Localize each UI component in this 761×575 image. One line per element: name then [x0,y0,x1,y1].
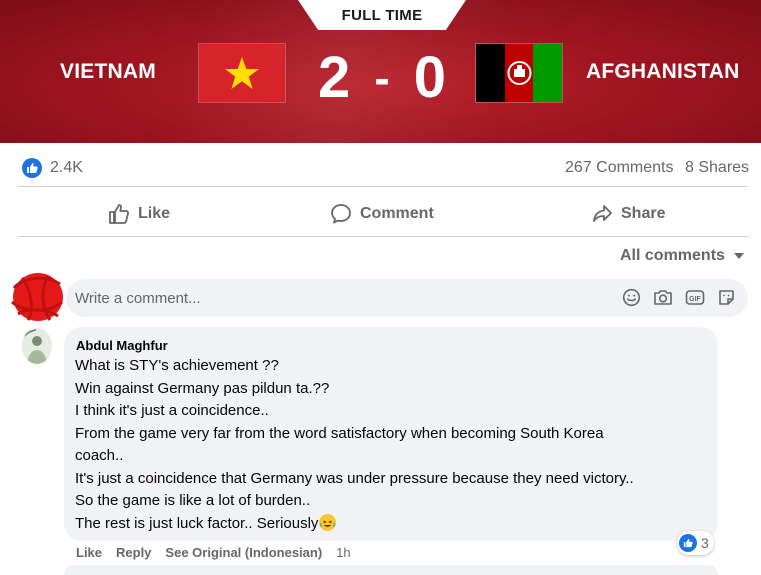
like-label: Like [138,205,171,222]
current-user-avatar[interactable] [8,268,66,324]
comment-line-text: The rest is just luck factor.. Seriously [75,514,319,532]
comment-line-last: The rest is just luck factor.. Seriously [75,513,711,536]
comment-label: Comment [360,205,434,222]
avatar-photo-icon [22,328,52,364]
afghanistan-flag-icon [476,44,563,102]
comment-button[interactable]: Comment [330,197,434,231]
home-team-name: VIETNAM [60,60,156,83]
comment-sort-dropdown[interactable]: All comments [620,247,745,265]
stats-divider [18,186,748,187]
share-arrow-icon [593,205,612,222]
see-original-link[interactable]: See Original (Indonesian) [165,545,322,560]
comment-text: What is STY's achievement ?? Win against… [75,355,711,535]
redacted-avatar-icon [11,273,63,321]
comment-reply-link[interactable]: Reply [116,545,151,560]
share-button[interactable]: Share [591,197,665,231]
comment-line: So the game is like a lot of burden.. [75,492,311,509]
comment-line: What is STY's achievement ?? [75,357,279,374]
thumbs-up-icon [22,158,42,178]
comment-line: Win against Germany pas pildun ta.?? [75,379,330,397]
scoreboard-banner[interactable]: FULL TIME VIETNAM 2 - 0 AFGHANISTAN [0,0,761,143]
composer-icons: GIF [622,288,736,307]
emblem-icon [507,61,532,85]
scoreline: 2 - 0 [318,48,446,108]
comments-count-link[interactable]: 267 Comments [565,159,674,177]
comment-line: coach.. [75,447,124,464]
write-comment-placeholder: Write a comment... [75,290,201,307]
comment-bubble-icon [331,204,351,224]
comment-timestamp[interactable]: 1h [336,545,350,560]
sort-label: All comments [620,247,725,264]
svg-text:GIF: GIF [689,296,701,303]
reaction-count: 3 [701,535,709,551]
score-separator: - [374,52,390,104]
away-score: 0 [413,45,446,110]
home-score: 2 [318,45,351,110]
camera-icon[interactable] [653,288,673,307]
away-team-name: AFGHANISTAN [586,60,740,83]
laughing-tears-emoji-icon [319,513,337,531]
comment-bubble: Abdul Maghfur What is STY's achievement … [64,327,718,541]
share-label: Share [621,205,666,222]
comment-actions: Like Reply See Original (Indonesian) 1h [76,545,351,560]
write-comment-input[interactable]: Write a comment... GIF [66,279,748,317]
gif-icon[interactable]: GIF [685,288,705,307]
thumbs-up-icon [679,534,697,552]
caret-down-icon [733,253,744,259]
vietnam-flag-icon [199,44,285,102]
comment-line: From the game very far from the word sat… [75,424,604,442]
actions-divider [18,236,748,237]
thumbs-up-outline-icon [109,204,129,224]
shares-count-link[interactable]: 8 Shares [685,159,749,177]
like-button[interactable]: Like [108,197,170,231]
star-icon [225,57,259,89]
post-stats-bar: 2.4K 267 Comments 8 Shares [0,150,761,186]
comment-author[interactable]: Abdul Maghfur [76,338,168,353]
comment-line: It's just a coincidence that Germany was… [75,469,634,487]
like-count[interactable]: 2.4K [50,159,83,177]
next-comment-bubble [64,565,718,575]
emoji-icon[interactable] [622,288,641,307]
commenter-avatar[interactable] [22,328,52,364]
comment-like-link[interactable]: Like [76,545,102,560]
full-time-tab: FULL TIME [298,0,466,30]
comment-reactions[interactable]: 3 [677,531,714,555]
sticker-icon[interactable] [717,288,736,307]
comment-line: I think it's just a coincidence.. [75,402,269,419]
match-status: FULL TIME [341,6,423,24]
